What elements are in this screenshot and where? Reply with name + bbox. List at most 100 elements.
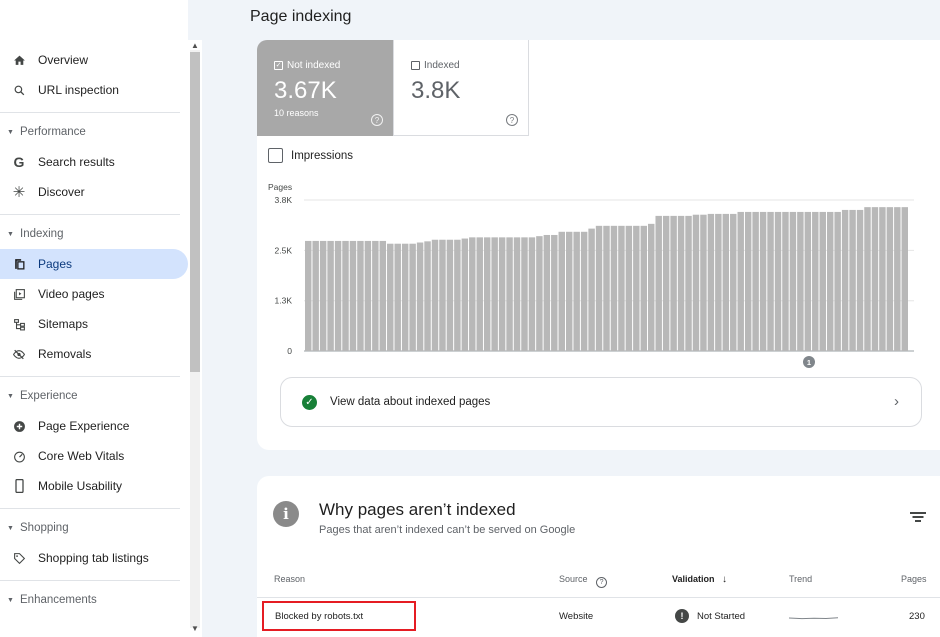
chart-bar[interactable] (797, 211, 804, 351)
metric-not-indexed[interactable]: ✓ Not indexed 3.67K 10 reasons ? (257, 40, 393, 136)
chart-bar[interactable] (782, 211, 789, 351)
sidebar-scrollbar[interactable]: ▲ ▼ (188, 40, 202, 637)
chart-bar[interactable] (513, 237, 521, 351)
chart-bar[interactable] (722, 213, 730, 351)
sidebar-item-mobile-usability[interactable]: Mobile Usability (0, 471, 188, 501)
chart-bar[interactable] (685, 215, 692, 351)
chart-bar[interactable] (767, 211, 774, 351)
sidebar-section-shopping[interactable]: ▼ Shopping (0, 517, 188, 539)
checkbox-checked-icon[interactable]: ✓ (274, 61, 283, 70)
chart-bar[interactable] (521, 237, 528, 351)
chart-bar[interactable] (618, 225, 625, 351)
column-header-trend[interactable]: Trend (789, 574, 812, 584)
chart-bar[interactable] (804, 211, 812, 351)
chart-bar[interactable] (319, 240, 327, 351)
chart-bar[interactable] (737, 211, 744, 351)
chart-bar[interactable] (558, 231, 565, 351)
chart-bar[interactable] (305, 240, 312, 351)
chart-bar[interactable] (901, 207, 908, 351)
chart-bar[interactable] (446, 239, 454, 351)
chart-bar[interactable] (379, 240, 387, 351)
chart-bar[interactable] (334, 240, 342, 351)
chart-bar[interactable] (469, 237, 476, 351)
chart-bar[interactable] (812, 211, 819, 351)
chart-bar[interactable] (610, 225, 618, 351)
help-icon[interactable]: ? (371, 114, 383, 126)
chart-bar[interactable] (826, 211, 834, 351)
chart-bar[interactable] (759, 211, 767, 351)
chart-bar[interactable] (543, 234, 551, 351)
chart-bar[interactable] (841, 209, 849, 351)
chart-bar[interactable] (327, 240, 334, 351)
chart-bar[interactable] (573, 231, 580, 351)
sidebar-item-search-results[interactable]: G Search results (0, 147, 188, 177)
sidebar-item-pages[interactable]: Pages (0, 249, 188, 279)
column-header-pages[interactable]: Pages (901, 574, 927, 584)
chart-bar[interactable] (394, 243, 401, 351)
chart-bar[interactable] (595, 225, 603, 351)
view-indexed-pages-link[interactable]: ✓ View data about indexed pages › (280, 377, 922, 427)
chart-bar[interactable] (409, 243, 416, 351)
chart-bar[interactable] (744, 211, 752, 351)
chart-bar[interactable] (715, 213, 722, 351)
sidebar-item-shopping-tab-listings[interactable]: Shopping tab listings (0, 543, 188, 573)
sidebar-item-removals[interactable]: Removals (0, 339, 188, 369)
chart-bar[interactable] (454, 239, 461, 351)
help-icon[interactable]: ? (506, 114, 518, 126)
column-header-reason[interactable]: Reason (274, 574, 305, 584)
chart-bar[interactable] (886, 207, 894, 351)
chart-bar[interactable] (856, 209, 864, 351)
chart-bar[interactable] (752, 211, 759, 351)
chart-bar[interactable] (364, 240, 372, 351)
chart-bar[interactable] (640, 225, 648, 351)
column-header-source[interactable]: Source ? (559, 574, 608, 588)
filter-icon[interactable] (910, 510, 926, 524)
chart-bar[interactable] (789, 211, 797, 351)
sidebar-section-experience[interactable]: ▼ Experience (0, 385, 188, 407)
chart-bar[interactable] (655, 215, 662, 351)
chart-bar[interactable] (700, 214, 707, 351)
chart-bar[interactable] (416, 242, 424, 351)
table-row[interactable]: Blocked by robots.txt Website ! Not Star… (257, 598, 940, 637)
chart-bar[interactable] (431, 239, 439, 351)
chart-bar[interactable] (879, 207, 886, 351)
sidebar-item-url-inspection[interactable]: URL inspection (0, 75, 188, 105)
chart-bar[interactable] (439, 239, 446, 351)
scrollbar-thumb[interactable] (190, 52, 200, 372)
chart-bar[interactable] (864, 207, 871, 351)
chart-bar[interactable] (849, 209, 856, 351)
chart-bar[interactable] (603, 225, 610, 351)
chart-bar[interactable] (461, 238, 469, 351)
chart-bar[interactable] (894, 207, 901, 351)
chart-bar[interactable] (834, 211, 841, 351)
impressions-toggle[interactable]: Impressions (268, 148, 353, 163)
chart-bar[interactable] (312, 240, 319, 351)
chart-bar[interactable] (528, 237, 536, 351)
chart-bar[interactable] (551, 234, 558, 351)
chart-bar[interactable] (476, 237, 483, 351)
sidebar-item-video-pages[interactable]: Video pages (0, 279, 188, 309)
checkbox-unchecked-icon[interactable] (268, 148, 283, 163)
chart-bar[interactable] (774, 211, 782, 351)
chart-bar[interactable] (707, 213, 715, 351)
chart-bar[interactable] (662, 215, 670, 351)
chart-bar[interactable] (730, 213, 737, 351)
sidebar-section-performance[interactable]: ▼ Performance (0, 121, 188, 143)
sidebar-item-core-web-vitals[interactable]: Core Web Vitals (0, 441, 188, 471)
sidebar-section-enhancements[interactable]: ▼ Enhancements (0, 589, 188, 611)
sidebar-item-sitemaps[interactable]: Sitemaps (0, 309, 188, 339)
sort-arrow-down-icon[interactable]: ↓ (722, 574, 727, 585)
chart-bar[interactable] (372, 240, 379, 351)
chart-bar[interactable] (387, 243, 394, 351)
chart-bar[interactable] (580, 231, 588, 351)
chart-bar[interactable] (357, 240, 364, 351)
sidebar-item-overview[interactable]: Overview (0, 45, 188, 75)
sidebar-section-indexing[interactable]: ▼ Indexing (0, 223, 188, 245)
metric-indexed[interactable]: Indexed 3.8K ? (393, 40, 529, 136)
chart-bar[interactable] (588, 228, 595, 351)
chart-bar[interactable] (871, 207, 879, 351)
chart-bar[interactable] (483, 237, 491, 351)
chart-bar[interactable] (819, 211, 826, 351)
chart-bar[interactable] (401, 243, 409, 351)
chart-bar[interactable] (342, 240, 349, 351)
